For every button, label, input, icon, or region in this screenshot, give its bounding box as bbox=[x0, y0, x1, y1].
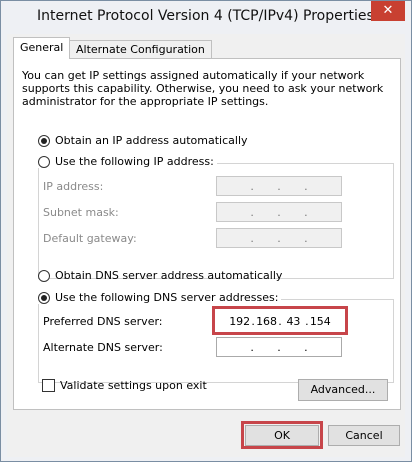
default-gateway-input[interactable]: ... bbox=[216, 228, 342, 248]
use-following-dns-label: Use the following DNS server addresses: bbox=[55, 291, 279, 304]
use-following-ip-option[interactable]: Use the following IP address: bbox=[38, 155, 217, 168]
ok-button[interactable]: OK bbox=[245, 425, 319, 446]
obtain-ip-auto-option[interactable]: Obtain an IP address automatically bbox=[38, 134, 248, 147]
subnet-mask-label: Subnet mask: bbox=[43, 206, 119, 219]
advanced-button[interactable]: Advanced... bbox=[298, 379, 388, 401]
validate-settings-option[interactable]: Validate settings upon exit bbox=[42, 379, 207, 392]
alternate-dns-input[interactable]: ... bbox=[216, 337, 342, 357]
info-text: You can get IP settings assigned automat… bbox=[22, 69, 384, 108]
obtain-dns-auto-option[interactable]: Obtain DNS server address automatically bbox=[38, 269, 282, 282]
close-button[interactable]: ✕ bbox=[371, 1, 405, 21]
cancel-button[interactable]: Cancel bbox=[328, 425, 400, 446]
obtain-dns-auto-label: Obtain DNS server address automatically bbox=[55, 269, 283, 282]
dialog-client-area: General Alternate Configuration You can … bbox=[7, 34, 405, 457]
tab-general[interactable]: General bbox=[13, 37, 71, 59]
subnet-mask-input[interactable]: ... bbox=[216, 202, 342, 222]
preferred-dns-label: Preferred DNS server: bbox=[43, 315, 163, 328]
window-title: Internet Protocol Version 4 (TCP/IPv4) P… bbox=[37, 8, 374, 24]
validate-settings-checkbox[interactable] bbox=[42, 379, 55, 392]
use-following-dns-radio[interactable] bbox=[38, 291, 50, 304]
default-gateway-label: Default gateway: bbox=[43, 232, 137, 245]
ip-address-input[interactable]: ... bbox=[216, 176, 342, 196]
preferred-dns-input[interactable]: 192. 168. 43. 154 bbox=[217, 311, 343, 331]
validate-settings-label: Validate settings upon exit bbox=[60, 379, 207, 392]
title-bar[interactable]: Internet Protocol Version 4 (TCP/IPv4) P… bbox=[1, 1, 411, 34]
tab-alternate-configuration[interactable]: Alternate Configuration bbox=[69, 40, 212, 59]
use-following-ip-radio[interactable] bbox=[38, 155, 50, 168]
general-tab-panel: You can get IP settings assigned automat… bbox=[13, 58, 401, 410]
use-following-ip-label: Use the following IP address: bbox=[55, 155, 214, 168]
use-following-dns-option[interactable]: Use the following DNS server addresses: bbox=[38, 291, 282, 304]
obtain-ip-auto-radio[interactable] bbox=[38, 134, 50, 147]
obtain-dns-auto-radio[interactable] bbox=[38, 269, 50, 282]
obtain-ip-auto-label: Obtain an IP address automatically bbox=[55, 134, 248, 147]
dialog-window: Internet Protocol Version 4 (TCP/IPv4) P… bbox=[0, 0, 412, 462]
alternate-dns-label: Alternate DNS server: bbox=[43, 341, 163, 354]
ip-address-label: IP address: bbox=[43, 180, 104, 193]
